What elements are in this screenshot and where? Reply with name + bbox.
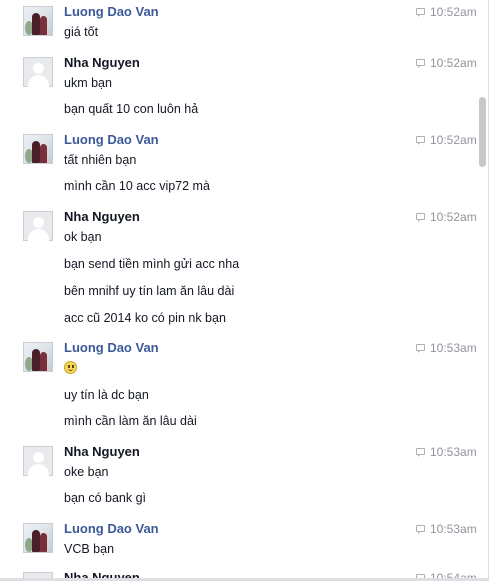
chat-bubble-icon [416,525,425,534]
sender-name[interactable]: Luong Dao Van [64,4,159,20]
sender-name[interactable]: Nha Nguyen [64,55,140,71]
message-text: bạn có bank gì [64,491,147,505]
sender-name[interactable]: Nha Nguyen [64,209,140,225]
message-text: bạn quất 10 con luôn hả [64,102,199,116]
avatar[interactable] [23,134,53,164]
message-text: VCB bạn [64,542,115,556]
panel-border [488,0,489,581]
sender-name[interactable]: Luong Dao Van [64,521,159,537]
message-text: oke bạn [64,465,109,479]
avatar[interactable] [23,523,53,553]
timestamp: 10:53am [416,341,480,355]
chat-bubble-icon [416,136,425,145]
timestamp: 10:52am [416,133,480,147]
avatar[interactable] [23,446,53,476]
chat-bubble-icon [416,344,425,353]
smiley-emoji [64,361,77,374]
chat-bubble-icon [416,8,425,17]
message-text: uy tín là dc bạn [64,388,149,402]
sender-name[interactable]: Luong Dao Van [64,340,159,356]
chat-bubble-icon [416,448,425,457]
avatar[interactable] [23,211,53,241]
avatar[interactable] [23,6,53,36]
message-text: tất nhiên bạn [64,153,137,167]
scrollbar-thumb[interactable] [479,97,486,167]
sender-name[interactable]: Nha Nguyen [64,444,140,460]
timestamp: 10:52am [416,210,480,224]
message-text: bên mnihf uy tín lam ăn lâu dài [64,284,235,298]
message-text: mình cần 10 acc vip72 mà [64,179,210,193]
sender-name[interactable]: Luong Dao Van [64,132,159,148]
avatar[interactable] [23,342,53,372]
message-text: ok bạn [64,230,102,244]
message-text: acc cũ 2014 ko có pin nk bạn [64,311,226,325]
message-text: ukm bạn [64,76,112,90]
timestamp: 10:52am [416,56,480,70]
message-text: giá tốt [64,25,99,39]
chat-history: Luong Dao Van 10:52am giá tốt Nha Nguyen… [0,0,489,581]
chat-bubble-icon [416,59,425,68]
message-text: mình cần làm ăn lâu dài [64,414,197,428]
timestamp: 10:52am [416,5,480,19]
avatar[interactable] [23,57,53,87]
message-text: bạn send tiền mình gửi acc nha [64,257,240,271]
chat-bubble-icon [416,213,425,222]
timestamp: 10:53am [416,445,480,459]
timestamp: 10:53am [416,522,480,536]
